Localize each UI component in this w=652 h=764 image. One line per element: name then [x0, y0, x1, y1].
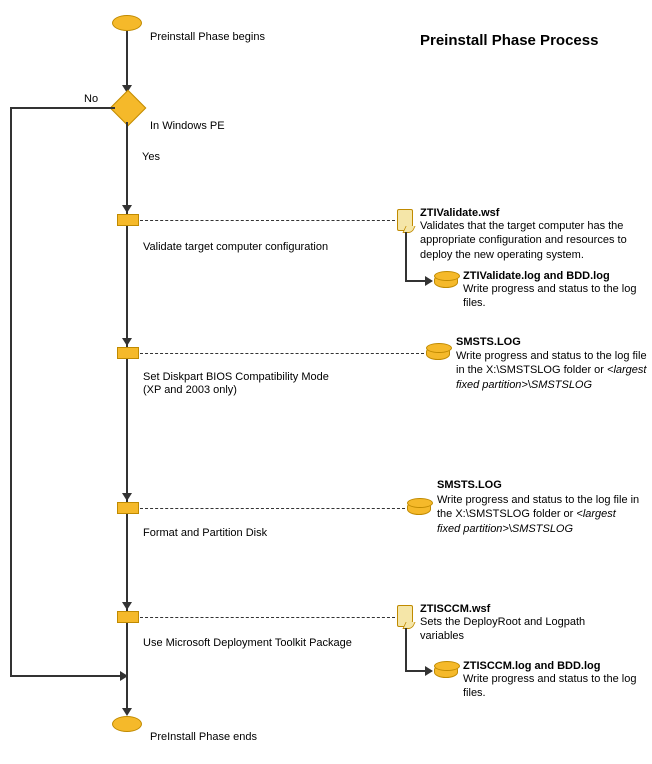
flow-line: [10, 107, 12, 675]
flow-line: [10, 107, 115, 109]
process-format-label: Format and Partition Disk: [143, 526, 267, 540]
process-validate-label: Validate target computer configuration: [143, 240, 328, 254]
script-text: Sets the DeployRoot and Logpath variable…: [420, 615, 620, 644]
connector-dashed: [140, 220, 395, 221]
flow-line: [405, 232, 407, 280]
arrow-icon: [425, 276, 433, 286]
flow-line: [405, 670, 427, 672]
process-format: [117, 502, 139, 514]
connector-dashed: [140, 353, 424, 354]
decision-diamond: [110, 90, 147, 127]
database-icon: [434, 664, 458, 678]
connector-dashed: [140, 617, 395, 618]
log-text: Write progress and status to the log fil…: [437, 493, 642, 536]
log-text: Write progress and status to the log fil…: [463, 282, 648, 311]
database-icon: [434, 274, 458, 288]
log-title: SMSTS.LOG: [437, 478, 502, 492]
script-icon: [397, 605, 413, 627]
start-terminator: [112, 15, 142, 31]
flow-line: [405, 628, 407, 670]
start-label: Preinstall Phase begins: [150, 30, 265, 44]
end-label: PreInstall Phase ends: [150, 730, 257, 744]
log-text: Write progress and status to the log fil…: [456, 349, 648, 392]
arrow-icon: [122, 493, 132, 501]
script-icon: [397, 209, 413, 231]
decision-yes: Yes: [142, 150, 160, 164]
process-diskpart: [117, 347, 139, 359]
arrow-icon: [122, 708, 132, 716]
flow-line: [405, 280, 427, 282]
process-diskpart-sub: (XP and 2003 only): [143, 383, 237, 397]
decision-label: In Windows PE: [150, 119, 225, 133]
flow-line: [10, 675, 122, 677]
process-validate: [117, 214, 139, 226]
flow-line: [126, 31, 128, 87]
arrow-icon: [122, 338, 132, 346]
connector-dashed: [140, 508, 405, 509]
process-mdt-label: Use Microsoft Deployment Toolkit Package: [143, 636, 352, 650]
database-icon: [426, 346, 450, 360]
log-text: Write progress and status to the log fil…: [463, 672, 648, 701]
log-title: SMSTS.LOG: [456, 335, 521, 349]
decision-no: No: [84, 92, 98, 106]
diagram-title: Preinstall Phase Process: [420, 32, 598, 49]
end-terminator: [112, 716, 142, 732]
arrow-icon: [122, 205, 132, 213]
process-mdt: [117, 611, 139, 623]
arrow-icon: [122, 602, 132, 610]
script-text: Validates that the target computer has t…: [420, 219, 640, 262]
database-icon: [407, 501, 431, 515]
arrow-icon: [425, 666, 433, 676]
